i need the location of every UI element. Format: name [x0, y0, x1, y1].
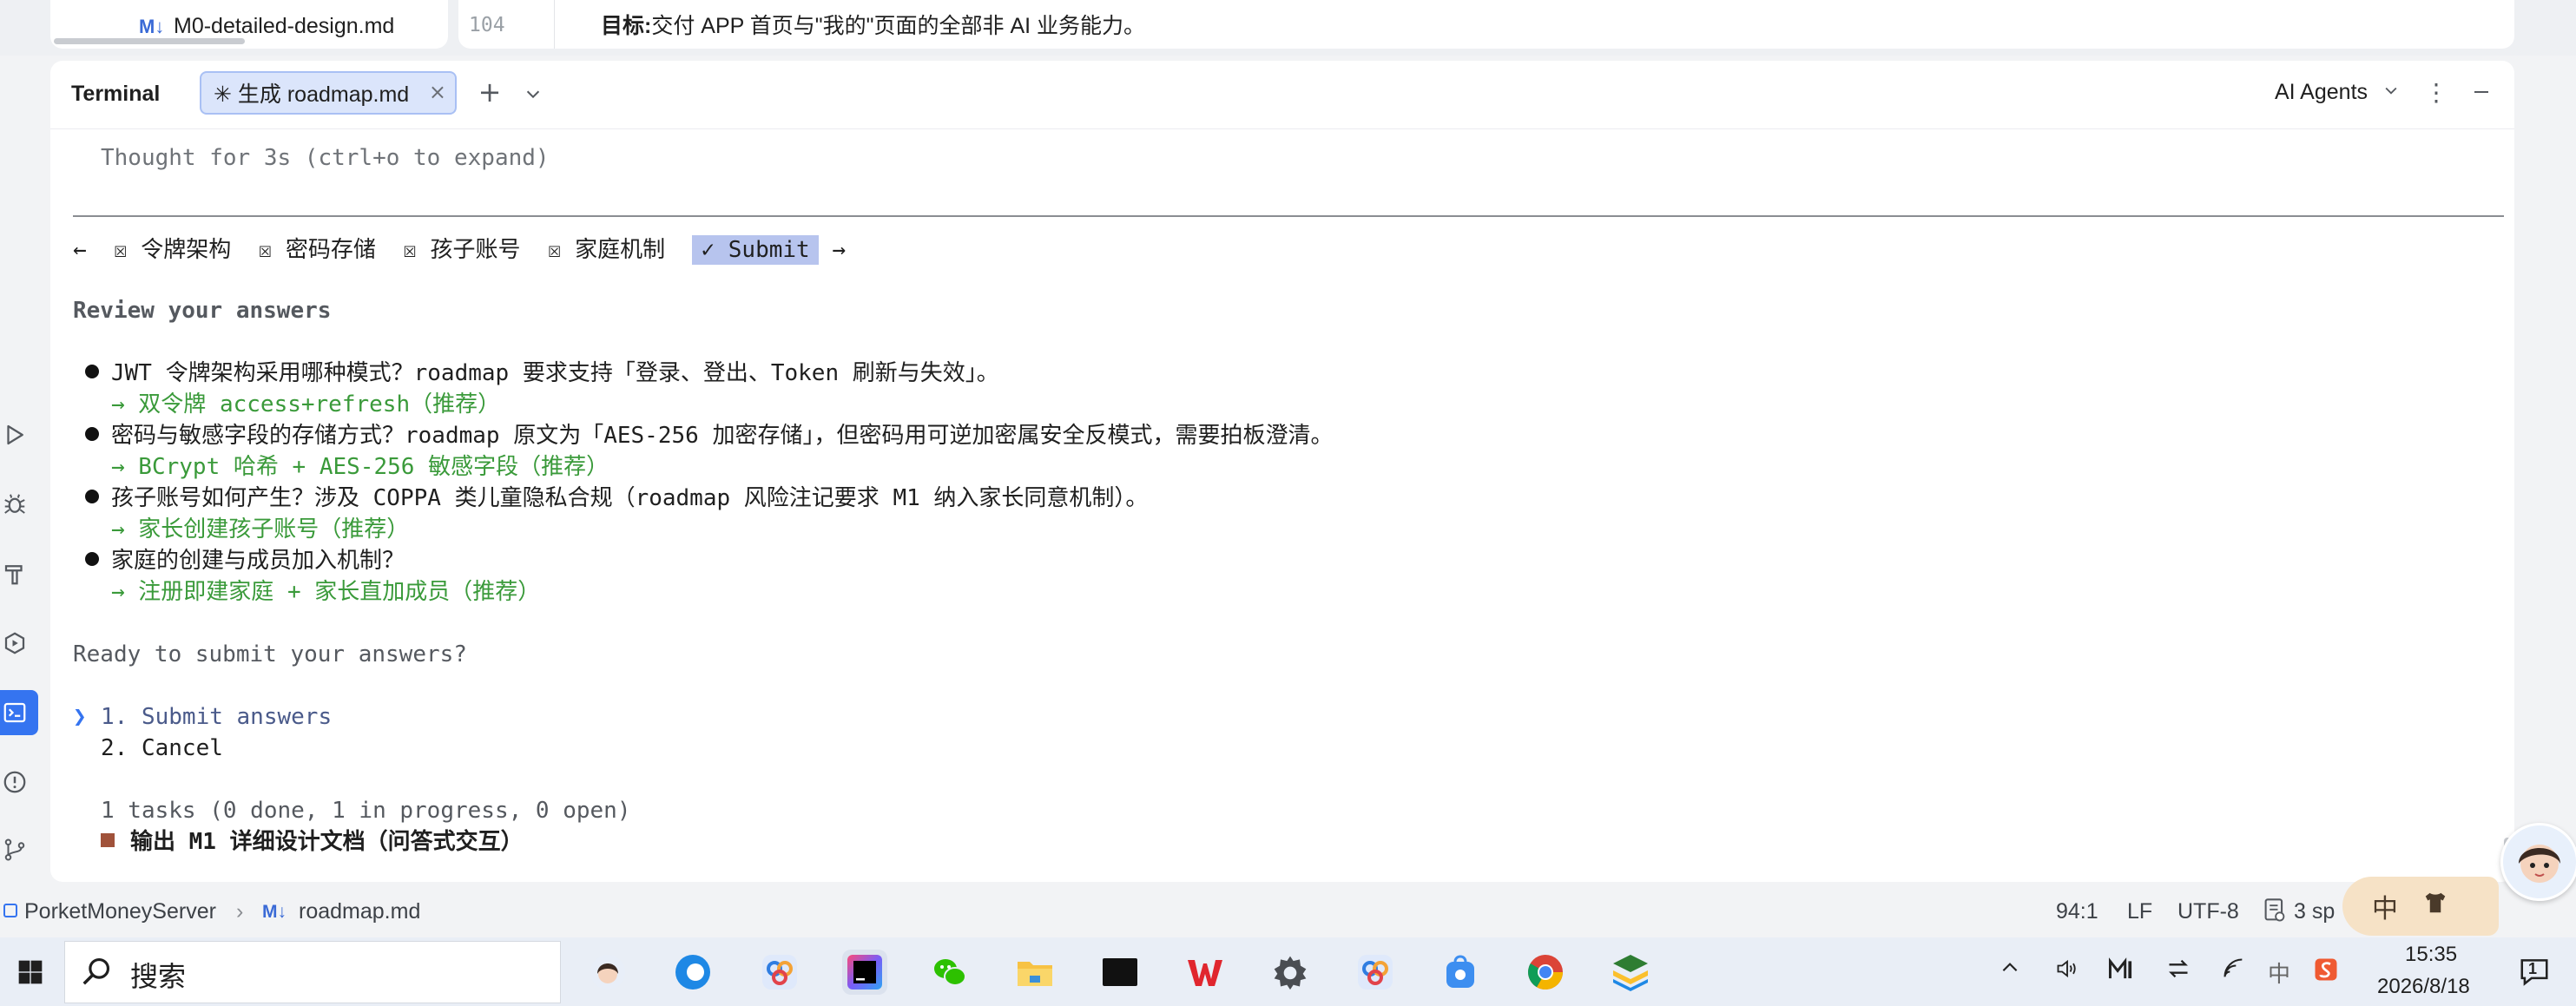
project-module-icon [3, 904, 17, 917]
ime-floating-toolbar[interactable] [2342, 877, 2499, 936]
line-separator[interactable]: LF [2127, 899, 2152, 924]
intellij-idea-icon[interactable] [842, 950, 887, 995]
file-explorer-icon[interactable] [1012, 950, 1057, 995]
ai-agents-dropdown[interactable]: AI Agents [2275, 80, 2368, 105]
terminal-panel: Terminal ✳ 生成 roadmap.md × + AI Agents ⋮… [50, 61, 2514, 882]
answer-question: 密码与敏感字段的存储方式？roadmap 原文为「AES-256 加密存储」，但… [85, 420, 1333, 451]
taskbar-search-placeholder: 搜索 [130, 960, 187, 993]
nav-tab-submit[interactable]: ✓ Submit [692, 235, 819, 265]
nav-tab-token[interactable]: ☒ 令牌架构 [114, 237, 231, 263]
task-item: 输出 M1 详细设计文档（问答式交互） [101, 826, 524, 858]
terminal-icon[interactable] [0, 698, 30, 727]
editor-gutter-divider [554, 0, 555, 49]
ready-prompt: Ready to submit your answers? [73, 641, 467, 667]
chevron-down-icon[interactable] [516, 76, 550, 111]
tray-ime-indicator[interactable]: 中 [2268, 957, 2290, 989]
avatar-app-icon[interactable] [585, 950, 630, 995]
markdown-file-icon: M↓ [262, 902, 287, 922]
nav-forward-arrow[interactable]: → [832, 237, 846, 263]
ime-mode-indicator[interactable]: 中 [2372, 887, 2398, 925]
nav-back-arrow[interactable]: ← [73, 237, 87, 263]
answer-choice: → 家长创建孩子账号（推荐） [111, 516, 410, 542]
s-app-tray-icon[interactable] [2313, 957, 2339, 988]
minimize-icon[interactable] [2464, 75, 2499, 109]
debug-icon[interactable] [0, 490, 30, 519]
answer-question: JWT 令牌架构采用哪种模式？roadmap 要求支持「登录、登出、Token … [85, 358, 999, 389]
notification-center-icon[interactable]: 1 [2518, 955, 2551, 992]
sync-arrows-icon[interactable] [2165, 957, 2191, 986]
answer-choice: → 双令牌 access+refresh（推荐） [111, 391, 501, 418]
m-app-tray-icon[interactable] [2108, 957, 2136, 986]
tree-file-item[interactable]: M0-detailed-design.md [174, 14, 394, 39]
editor-line-number: 104 [469, 14, 505, 36]
tree-horizontal-scrollbar[interactable] [54, 38, 245, 44]
notification-count: 1 [2528, 960, 2538, 977]
terminal-divider [73, 215, 2504, 217]
windows-start-icon[interactable] [0, 937, 61, 1006]
volume-icon[interactable] [2054, 957, 2080, 986]
more-options-icon[interactable]: ⋮ [2419, 75, 2454, 109]
terminal-title: Terminal [71, 82, 161, 106]
thought-status[interactable]: Thought for 3s (ctrl+o to expand) [101, 142, 550, 174]
nav-tab-family[interactable]: ☒ 家庭机制 [548, 237, 665, 263]
run-icon[interactable] [0, 420, 30, 450]
problems-icon[interactable] [0, 767, 30, 797]
blue-bag-app-icon[interactable] [1438, 950, 1483, 995]
services-icon[interactable] [0, 628, 30, 658]
colorful-app-icon-2[interactable] [1353, 950, 1398, 995]
breadcrumb-separator: › [236, 899, 244, 924]
markdown-file-icon: M↓ [139, 16, 165, 37]
editor-line-content: 交付 APP 首页与"我的"页面的全部非 AI 业务能力。 [651, 14, 1146, 38]
file-encoding[interactable]: UTF-8 [2177, 899, 2239, 924]
terminal-tab-roadmap[interactable]: ✳ 生成 roadmap.md × [200, 71, 457, 115]
review-heading: Review your answers [73, 298, 332, 324]
close-icon[interactable]: × [429, 80, 446, 104]
answer-question: 家庭的创建与成员加入机制？ [85, 545, 405, 576]
chrome-icon[interactable] [1523, 950, 1568, 995]
wechat-icon[interactable] [927, 950, 972, 995]
readonly-document-icon[interactable] [2263, 898, 2287, 928]
browser-circle-app-icon[interactable] [670, 950, 715, 995]
bullet [85, 551, 99, 566]
caret-position[interactable]: 94:1 [2056, 899, 2098, 924]
editor-text-line[interactable]: 目标:交付 APP 首页与"我的"页面的全部非 AI 业务能力。 [601, 9, 1145, 40]
wifi-icon[interactable] [2221, 957, 2247, 986]
bullet [85, 489, 99, 503]
breadcrumb-file[interactable]: roadmap.md [299, 899, 420, 924]
selection-cursor: ❯ [73, 704, 87, 730]
bullet [85, 426, 99, 441]
terminal-tab-label: ✳ 生成 roadmap.md [214, 82, 410, 107]
layered-stack-app-icon[interactable] [1608, 950, 1653, 995]
answer-choice: → 注册即建家庭 + 家长直加成员（推荐） [111, 579, 541, 605]
editor-line-label: 目标: [601, 14, 652, 38]
taskbar-clock-time[interactable]: 15:35 [2405, 943, 2457, 967]
option-submit-answers[interactable]: 1. Submit answers [101, 701, 332, 733]
wps-office-icon[interactable] [1183, 950, 1228, 995]
settings-gear-icon[interactable] [1268, 950, 1313, 995]
tasks-summary: 1 tasks (0 done, 1 in progress, 0 open) [101, 798, 631, 824]
nav-tab-child[interactable]: ☒ 孩子账号 [403, 237, 520, 263]
answer-question: 孩子账号如何产生？涉及 COPPA 类儿童隐私合规（roadmap 风险注记要求… [85, 483, 1148, 514]
new-terminal-tab-button[interactable]: + [472, 75, 507, 109]
search-icon [80, 955, 113, 992]
terminal-app-icon[interactable] [1097, 950, 1143, 995]
colorful-app-icon[interactable] [757, 950, 802, 995]
agents-chevron-down-icon[interactable] [2382, 82, 2400, 103]
question-nav-bar: ← ☒ 令牌架构 ☒ 密码存储 ☒ 孩子账号 ☒ 家庭机制 ✓ Submit → [73, 234, 846, 266]
git-branch-icon[interactable] [0, 835, 30, 865]
taskbar-clock-date[interactable]: 2026/8/18 [2377, 975, 2470, 999]
indent-setting[interactable]: 3 sp [2294, 899, 2335, 924]
answer-choice: → BCrypt 哈希 + AES-256 敏感字段（推荐） [111, 454, 609, 480]
build-hammer-icon[interactable] [0, 559, 30, 588]
task-in-progress-marker [101, 832, 115, 847]
assistant-avatar[interactable] [2500, 823, 2576, 901]
option-cancel[interactable]: 2. Cancel [101, 733, 223, 764]
breadcrumb-project[interactable]: PorketMoneyServer [24, 899, 216, 924]
bullet [85, 364, 99, 378]
ime-skin-icon[interactable] [2422, 891, 2448, 919]
nav-tab-password[interactable]: ☒ 密码存储 [259, 237, 376, 263]
tray-expand-chevron-icon[interactable] [1999, 957, 2021, 984]
